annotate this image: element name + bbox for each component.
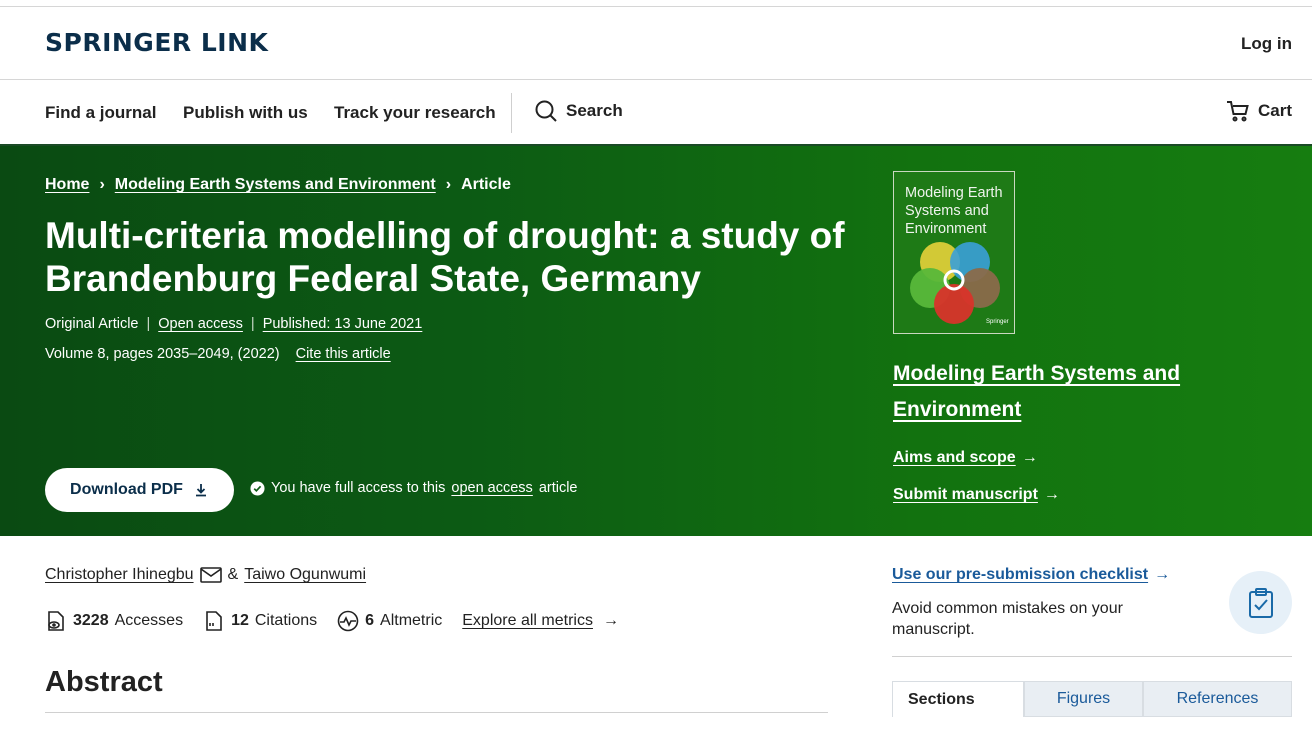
published-date-link[interactable]: Published: 13 June 2021 xyxy=(263,316,423,332)
article-sidebar-tabs: Sections Figures References xyxy=(892,681,1292,717)
search-icon xyxy=(535,100,557,122)
checklist-badge xyxy=(1229,571,1292,634)
checklist-description: Avoid common mistakes on your manuscript… xyxy=(892,600,1123,638)
altmetric-label: Altmetric xyxy=(380,612,443,629)
article-title: Multi-criteria modelling of drought: a s… xyxy=(45,215,845,299)
chevron-right-icon: › xyxy=(99,176,105,193)
download-icon xyxy=(195,484,206,497)
breadcrumb-home[interactable]: Home xyxy=(45,176,89,194)
author-link[interactable]: Christopher Ihinegbu xyxy=(45,566,194,584)
aims-scope-link[interactable]: Aims and scope → xyxy=(893,449,1038,467)
open-access-link[interactable]: Open access xyxy=(158,316,243,332)
citations-label: Citations xyxy=(254,612,318,629)
journal-name[interactable]: Modeling Earth Systems and Environment xyxy=(893,362,1180,421)
meta-separator: | xyxy=(250,316,255,332)
nav-find-journal[interactable]: Find a journal xyxy=(45,103,156,123)
aims-scope-label: Aims and scope xyxy=(893,449,1016,466)
checklist-label: Use our pre-submission checklist xyxy=(892,566,1149,583)
download-pdf-button[interactable]: Download PDF xyxy=(45,468,234,512)
accesses-count: 3228 xyxy=(73,612,109,629)
abstract-divider xyxy=(45,712,828,713)
journal-cover[interactable]: Modeling Earth Systems and Environment S… xyxy=(893,171,1015,334)
login-link[interactable]: Log in xyxy=(1241,34,1292,54)
article-type: Original Article xyxy=(45,316,139,332)
clipboard-check-icon xyxy=(1248,587,1273,618)
submit-manuscript-label: Submit manuscript xyxy=(893,486,1038,503)
email-icon[interactable] xyxy=(199,566,222,584)
site-header: SPRINGER LINK Log in xyxy=(0,7,1312,80)
cover-artwork: Springer xyxy=(910,242,1009,325)
nav-divider xyxy=(511,93,512,133)
article-metrics: 3228 Accesses 12 Citations 6 Altmetric E… xyxy=(45,610,619,632)
tab-sections[interactable]: Sections xyxy=(892,681,1024,717)
tab-figures[interactable]: Figures xyxy=(1024,681,1143,717)
pre-submission-checklist-link[interactable]: Use our pre-submission checklist → xyxy=(892,566,1170,584)
access-prefix: You have full access to this xyxy=(271,480,446,496)
access-suffix: article xyxy=(538,480,578,496)
accesses-icon xyxy=(48,611,64,631)
breadcrumb-journal[interactable]: Modeling Earth Systems and Environment xyxy=(115,176,436,194)
article-hero: Home › Modeling Earth Systems and Enviro… xyxy=(0,146,1312,536)
abstract-heading: Abstract xyxy=(45,666,163,698)
arrow-right-icon: → xyxy=(1021,449,1038,466)
meta-separator: | xyxy=(146,316,151,332)
volume-info: Volume 8, pages 2035–2049, (2022) xyxy=(45,346,280,362)
article-meta: Original Article | Open access | Publish… xyxy=(45,316,422,332)
citations-metric: 12 Citations xyxy=(203,610,317,632)
submit-manuscript-link[interactable]: Submit manuscript → xyxy=(893,486,1060,504)
journal-name-link[interactable]: Modeling Earth Systems and Environment xyxy=(893,356,1223,428)
search-label: Search xyxy=(566,101,623,120)
explore-metrics-link[interactable]: Explore all metrics xyxy=(462,612,593,630)
breadcrumb-current: Article xyxy=(461,176,511,193)
check-circle-icon xyxy=(250,480,265,496)
search-button[interactable]: Search xyxy=(534,99,623,123)
cite-article-link[interactable]: Cite this article xyxy=(296,346,391,362)
accesses-label: Accesses xyxy=(114,612,184,629)
breadcrumb: Home › Modeling Earth Systems and Enviro… xyxy=(45,176,511,194)
altmetric-metric: 6 Altmetric xyxy=(337,610,442,632)
main-nav: Find a journal Publish with us Track you… xyxy=(0,81,1312,146)
access-notice: You have full access to this open access… xyxy=(250,480,578,496)
download-pdf-label: Download PDF xyxy=(70,481,183,498)
accesses-metric: 3228 Accesses xyxy=(45,610,183,632)
arrow-right-icon: → xyxy=(602,612,619,629)
tab-references[interactable]: References xyxy=(1143,681,1292,717)
arrow-right-icon: → xyxy=(1043,486,1060,503)
sidebar-divider xyxy=(892,656,1292,657)
nav-track-research[interactable]: Track your research xyxy=(334,103,496,123)
author-list: Christopher Ihinegbu & Taiwo Ogunwumi xyxy=(45,566,366,584)
springer-link-logo[interactable]: SPRINGER LINK xyxy=(45,28,268,57)
article-volume-row: Volume 8, pages 2035–2049, (2022) Cite t… xyxy=(45,346,391,362)
altmetric-count: 6 xyxy=(365,612,375,629)
svg-text:Springer: Springer xyxy=(986,319,1009,325)
cart-label: Cart xyxy=(1257,101,1292,120)
chevron-right-icon: › xyxy=(445,176,452,193)
nav-publish-with-us[interactable]: Publish with us xyxy=(183,103,308,123)
author-separator: & xyxy=(227,566,239,583)
citations-icon xyxy=(206,611,222,631)
altmetric-icon xyxy=(337,610,359,632)
access-open-access-link[interactable]: open access xyxy=(451,480,532,496)
author-link[interactable]: Taiwo Ogunwumi xyxy=(244,566,366,584)
arrow-right-icon: → xyxy=(1154,566,1171,583)
cart-icon xyxy=(1226,101,1249,122)
top-border xyxy=(0,0,1312,7)
cart-button[interactable]: Cart xyxy=(1226,99,1292,123)
citations-count: 12 xyxy=(231,612,249,629)
